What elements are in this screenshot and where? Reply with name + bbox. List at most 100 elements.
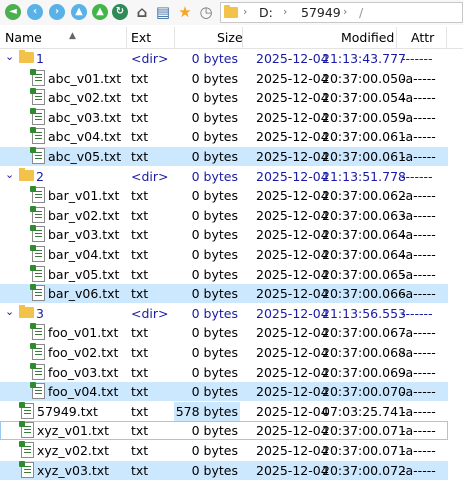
modified-time: 20:37:00.061 bbox=[322, 149, 406, 164]
modified-time: 20:37:00.066 bbox=[322, 286, 406, 302]
file-name: abc_v02.txt bbox=[48, 90, 122, 106]
file-size: 0 bytes bbox=[191, 384, 238, 400]
file-row[interactable]: bar_v06.txt txt 0 bytes 2025-12-04 20:37:00.… bbox=[0, 284, 448, 304]
home-button[interactable]: ⌂ bbox=[133, 3, 151, 21]
back-button[interactable]: ◄ bbox=[4, 3, 22, 21]
file-ext: txt bbox=[131, 443, 149, 458]
file-row[interactable]: bar_v02.txt txt 0 bytes 2025-12-04 20:37:00.… bbox=[0, 205, 448, 225]
path-trailing: / bbox=[359, 5, 364, 20]
file-row[interactable]: abc_v02.txt txt 0 bytes 2025-12-04 20:37:00.… bbox=[0, 88, 448, 107]
back-round-icon: ‹ bbox=[27, 4, 43, 20]
modified-time: 21:13:51.778 bbox=[322, 168, 406, 184]
folder-name: 3 bbox=[36, 305, 44, 321]
breadcrumb-drive[interactable]: D: bbox=[259, 5, 273, 20]
file-row[interactable]: abc_v01.txt txt 0 bytes 2025-12-04 20:37:00.… bbox=[0, 68, 448, 88]
modified-date: 2025-12-04 bbox=[256, 462, 329, 478]
up-folder-button[interactable]: ▲ bbox=[91, 3, 109, 21]
address-bar[interactable]: › D: › 57949 › / bbox=[220, 2, 463, 23]
refresh-button[interactable]: ↻ bbox=[111, 3, 129, 21]
file-row[interactable]: foo_v02.txt txt 0 bytes 2025-12-04 20:37:00.… bbox=[0, 343, 448, 362]
file-attributes: -a----- bbox=[401, 70, 436, 86]
view-button[interactable]: ▤ bbox=[154, 3, 172, 21]
column-size[interactable]: Size bbox=[217, 30, 243, 45]
modified-date: 2025-12-04 bbox=[256, 90, 329, 106]
modified-time: 20:37:00.061 bbox=[322, 129, 406, 145]
file-row[interactable]: 57949.txt txt 578 bytes 2025-12-04 07:03:25.… bbox=[0, 401, 448, 421]
file-row[interactable]: xyz_v03.txt txt 0 bytes 2025-12-04 20:37:00.… bbox=[0, 460, 448, 480]
file-row[interactable]: abc_v03.txt txt 0 bytes 2025-12-04 20:37:00.… bbox=[0, 107, 448, 127]
modified-date: 2025-12-04 bbox=[256, 168, 329, 184]
modified-time: 20:37:00.070 bbox=[322, 384, 406, 400]
file-row[interactable]: foo_v04.txt txt 0 bytes 2025-12-04 20:37:00.… bbox=[0, 382, 448, 402]
file-row[interactable]: foo_v03.txt txt 0 bytes 2025-12-04 20:37:00.… bbox=[0, 362, 448, 382]
modified-time: 21:13:56.553 bbox=[322, 305, 406, 321]
file-ext: <dir> bbox=[131, 51, 169, 66]
file-attributes: -a----- bbox=[401, 423, 436, 439]
forward-round-button[interactable]: › bbox=[48, 3, 66, 21]
modified-time: 20:37:00.071 bbox=[322, 443, 406, 458]
expand-chevron-icon[interactable]: ⌄ bbox=[5, 168, 14, 181]
text-file-icon bbox=[30, 362, 45, 380]
file-size-cell: 0 bytes bbox=[174, 382, 240, 401]
column-modified[interactable]: Modified bbox=[341, 30, 394, 45]
forward-round-icon: › bbox=[49, 4, 65, 20]
file-ext: txt bbox=[131, 364, 149, 380]
modified-time: 21:13:43.777 bbox=[322, 51, 406, 66]
expand-chevron-icon[interactable]: ⌄ bbox=[5, 305, 14, 318]
file-size: 0 bytes bbox=[191, 325, 238, 341]
file-attributes: -a----- bbox=[401, 266, 436, 282]
modified-date: 2025-12-04 bbox=[256, 423, 329, 439]
file-attributes: -a----- bbox=[401, 207, 436, 223]
file-row[interactable]: xyz_v02.txt txt 0 bytes 2025-12-04 20:37:00.… bbox=[0, 441, 448, 460]
modified-time: 20:37:00.068 bbox=[322, 345, 406, 360]
file-ext: txt bbox=[131, 247, 149, 262]
file-row[interactable]: abc_v05.txt txt 0 bytes 2025-12-04 20:37:00.… bbox=[0, 147, 448, 166]
file-row[interactable]: bar_v03.txt txt 0 bytes 2025-12-04 20:37:00.… bbox=[0, 225, 448, 244]
file-size: 0 bytes bbox=[191, 227, 238, 243]
text-file-icon bbox=[30, 107, 45, 125]
folder-row[interactable]: ⌄ 2 <dir> 0 bytes 2025-12-04 21:13:51.778 ----… bbox=[0, 167, 448, 186]
modified-date: 2025-12-04 bbox=[256, 266, 329, 282]
file-ext: txt bbox=[131, 149, 149, 164]
scrollbar[interactable] bbox=[448, 49, 463, 500]
file-name: xyz_v03.txt bbox=[37, 462, 110, 478]
file-size: 0 bytes bbox=[191, 109, 238, 125]
file-row[interactable]: bar_v01.txt txt 0 bytes 2025-12-04 20:37:00.… bbox=[0, 186, 448, 205]
file-size-cell: 0 bytes bbox=[174, 284, 240, 303]
up-folder-icon: ▲ bbox=[92, 4, 108, 20]
text-file-icon bbox=[30, 264, 45, 282]
file-size-cell: 0 bytes bbox=[174, 49, 240, 68]
up-button[interactable]: ▲ bbox=[70, 3, 88, 21]
history-button[interactable]: ◷ bbox=[197, 3, 215, 21]
up-icon: ▲ bbox=[71, 4, 87, 20]
breadcrumb-folder[interactable]: 57949 bbox=[301, 5, 341, 20]
favorites-button[interactable]: ★ bbox=[176, 3, 194, 21]
file-size: 0 bytes bbox=[191, 149, 238, 164]
folder-row[interactable]: ⌄ 3 <dir> 0 bytes 2025-12-04 21:13:56.553 ----… bbox=[0, 304, 448, 323]
back-round-button[interactable]: ‹ bbox=[26, 3, 44, 21]
modified-date: 2025-12-04 bbox=[256, 443, 329, 458]
file-row[interactable]: bar_v05.txt txt 0 bytes 2025-12-04 20:37:00.… bbox=[0, 264, 448, 284]
folder-row[interactable]: ⌄ 1 <dir> 0 bytes 2025-12-04 21:13:43.777 ----… bbox=[0, 49, 448, 68]
file-size: 578 bytes bbox=[175, 403, 238, 419]
modified-date: 2025-12-04 bbox=[256, 207, 329, 223]
file-attributes: -a----- bbox=[401, 345, 436, 360]
modified-date: 2025-12-04 bbox=[256, 325, 329, 341]
file-name: bar_v03.txt bbox=[48, 227, 120, 243]
file-attributes: ------- bbox=[401, 305, 433, 321]
column-name[interactable]: Name bbox=[5, 30, 42, 45]
file-name: foo_v01.txt bbox=[48, 325, 119, 341]
expand-chevron-icon[interactable]: ⌄ bbox=[5, 50, 14, 63]
file-row[interactable]: abc_v04.txt txt 0 bytes 2025-12-04 20:37:00.… bbox=[0, 127, 448, 146]
text-file-icon bbox=[30, 127, 45, 145]
column-ext[interactable]: Ext bbox=[131, 30, 151, 45]
file-name: xyz_v02.txt bbox=[37, 443, 110, 458]
file-name: foo_v04.txt bbox=[48, 384, 119, 400]
file-row[interactable]: xyz_v01.txt txt 0 bytes 2025-12-04 20:37:00.… bbox=[0, 421, 448, 441]
text-file-icon bbox=[30, 323, 45, 341]
file-row[interactable]: bar_v04.txt txt 0 bytes 2025-12-04 20:37:00.… bbox=[0, 245, 448, 264]
file-size-cell: 0 bytes bbox=[174, 421, 240, 440]
column-attr[interactable]: Attr bbox=[411, 30, 434, 45]
file-row[interactable]: foo_v01.txt txt 0 bytes 2025-12-04 20:37:00.… bbox=[0, 323, 448, 342]
file-size: 0 bytes bbox=[191, 188, 238, 204]
